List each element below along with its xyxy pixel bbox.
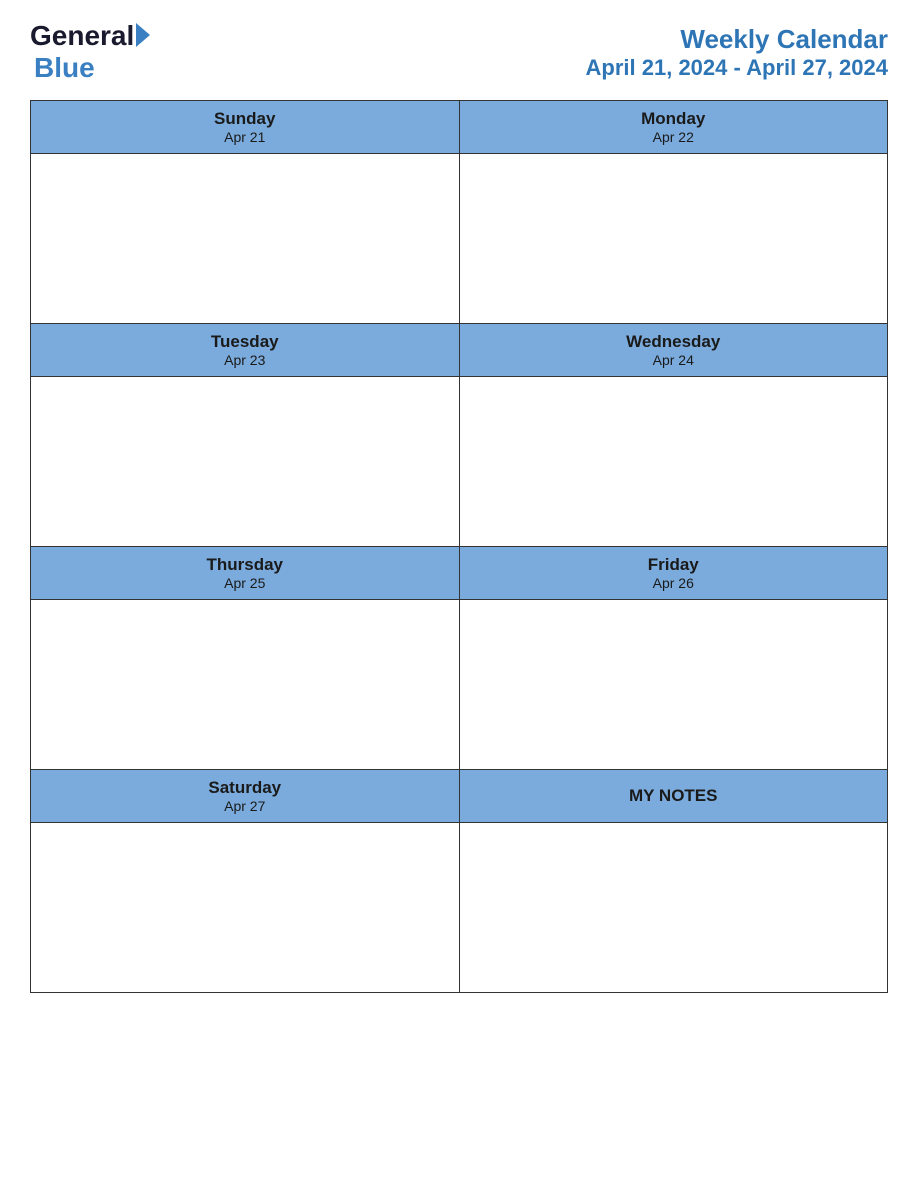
saturday-name: Saturday	[35, 778, 455, 798]
saturday-content	[31, 823, 460, 993]
row-saturday-notes-header: Saturday Apr 27 MY NOTES	[31, 770, 888, 823]
sunday-content	[31, 154, 460, 324]
wednesday-header: Wednesday Apr 24	[459, 324, 888, 377]
row-tuesday-wednesday-header: Tuesday Apr 23 Wednesday Apr 24	[31, 324, 888, 377]
monday-name: Monday	[464, 109, 884, 129]
tuesday-header: Tuesday Apr 23	[31, 324, 460, 377]
notes-header: MY NOTES	[459, 770, 888, 823]
monday-content	[459, 154, 888, 324]
tuesday-name: Tuesday	[35, 332, 455, 352]
friday-header: Friday Apr 26	[459, 547, 888, 600]
friday-name: Friday	[464, 555, 884, 575]
title-section: Weekly Calendar April 21, 2024 - April 2…	[586, 24, 888, 81]
logo: General Blue	[30, 20, 150, 84]
thursday-header: Thursday Apr 25	[31, 547, 460, 600]
tuesday-content	[31, 377, 460, 547]
sunday-name: Sunday	[35, 109, 455, 129]
calendar-table: Sunday Apr 21 Monday Apr 22 Tuesday Apr …	[30, 100, 888, 993]
notes-content	[459, 823, 888, 993]
logo-general-text: General	[30, 20, 134, 52]
thursday-date: Apr 25	[35, 575, 455, 591]
wednesday-content	[459, 377, 888, 547]
row-sunday-monday-header: Sunday Apr 21 Monday Apr 22	[31, 101, 888, 154]
row-thursday-friday-content	[31, 600, 888, 770]
thursday-name: Thursday	[35, 555, 455, 575]
row-sunday-monday-content	[31, 154, 888, 324]
row-tuesday-wednesday-content	[31, 377, 888, 547]
tuesday-date: Apr 23	[35, 352, 455, 368]
calendar-title: Weekly Calendar	[586, 24, 888, 55]
calendar-subtitle: April 21, 2024 - April 27, 2024	[586, 55, 888, 81]
saturday-date: Apr 27	[35, 798, 455, 814]
thursday-content	[31, 600, 460, 770]
monday-date: Apr 22	[464, 129, 884, 145]
monday-header: Monday Apr 22	[459, 101, 888, 154]
logo-blue-text: Blue	[34, 52, 95, 84]
row-thursday-friday-header: Thursday Apr 25 Friday Apr 26	[31, 547, 888, 600]
sunday-header: Sunday Apr 21	[31, 101, 460, 154]
row-saturday-notes-content	[31, 823, 888, 993]
logo-triangle-icon	[136, 23, 150, 47]
friday-date: Apr 26	[464, 575, 884, 591]
saturday-header: Saturday Apr 27	[31, 770, 460, 823]
wednesday-date: Apr 24	[464, 352, 884, 368]
wednesday-name: Wednesday	[464, 332, 884, 352]
page-header: General Blue Weekly Calendar April 21, 2…	[30, 20, 888, 84]
sunday-date: Apr 21	[35, 129, 455, 145]
friday-content	[459, 600, 888, 770]
